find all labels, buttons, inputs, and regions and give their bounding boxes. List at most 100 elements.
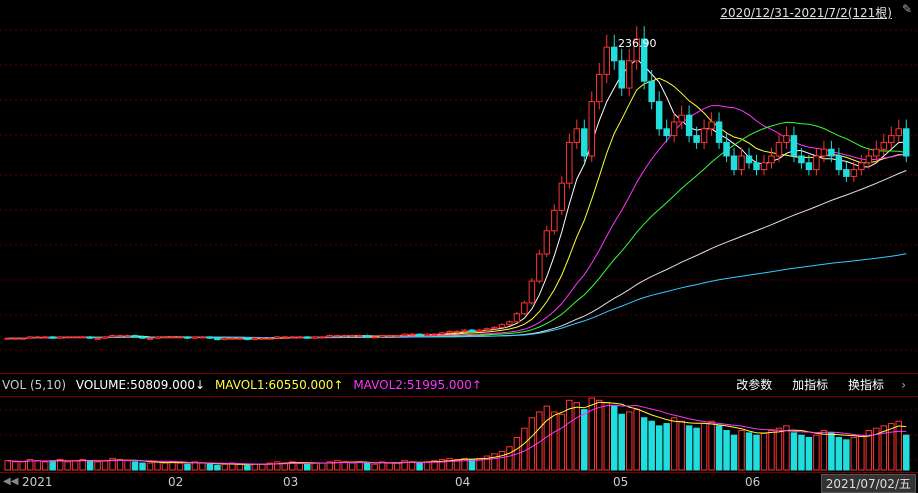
candle-body	[798, 155, 805, 164]
date-range-header: 2020/12/31-2021/7/2(121根)	[720, 6, 892, 20]
candle-body	[670, 121, 678, 137]
candle-body	[738, 155, 745, 171]
candle-body	[191, 336, 199, 339]
candle-body	[146, 337, 154, 340]
candle-body	[214, 337, 221, 341]
grid-lines	[0, 29, 918, 351]
pin-icon[interactable]: ✎	[902, 2, 912, 16]
volume-bar	[304, 463, 311, 471]
price-high-label: 236.90	[618, 37, 657, 50]
volume-bar	[116, 459, 124, 471]
candle-body	[101, 336, 109, 339]
volume-bar	[154, 461, 161, 471]
volume-bar	[19, 461, 26, 471]
candle-body	[663, 128, 670, 137]
candle-body	[124, 335, 131, 338]
volume-bar	[835, 436, 843, 471]
candle-body	[281, 336, 289, 339]
candle-body	[625, 60, 633, 89]
candle-body	[648, 80, 655, 103]
candle-body	[356, 335, 363, 338]
candle-body	[573, 128, 581, 143]
candle-body	[244, 337, 251, 341]
volume-bar	[251, 463, 259, 471]
volume-bar	[371, 463, 378, 471]
volume-bar	[184, 463, 191, 471]
volume-bar	[236, 463, 244, 471]
add-indicator-button[interactable]: 加指标	[792, 374, 828, 396]
volume-bar	[199, 462, 206, 471]
volume-bar	[895, 420, 903, 471]
x-label: 02	[168, 475, 184, 489]
volume-bar	[259, 463, 266, 471]
candle-body	[71, 336, 79, 339]
candle-body	[199, 336, 206, 339]
volume-bar	[610, 405, 618, 471]
volume-bar	[124, 460, 131, 471]
chevron-right-icon[interactable]: ›	[901, 374, 906, 396]
candle-body	[588, 101, 596, 157]
candle-body	[401, 333, 408, 337]
candle-body	[86, 336, 94, 339]
candle-body	[34, 336, 41, 339]
edit-params-button[interactable]: 改参数	[736, 374, 772, 396]
volume-bar	[71, 460, 79, 471]
candle-body	[431, 333, 438, 336]
candle-body	[236, 337, 244, 340]
candle-body	[745, 155, 753, 164]
volume-bar	[34, 460, 41, 471]
volume-bar	[588, 397, 596, 471]
rewind-icon[interactable]: ◀◀	[3, 476, 18, 487]
candle-body	[760, 162, 768, 171]
candle-body	[304, 336, 311, 339]
volume-bar	[903, 434, 910, 471]
volume-bar	[700, 423, 708, 471]
candle-body	[56, 336, 64, 339]
candle-body	[326, 335, 333, 338]
volume-bar	[491, 453, 498, 471]
volume-bar	[678, 420, 685, 471]
candle-body	[259, 337, 266, 340]
candle-body	[468, 329, 476, 332]
candle-body	[461, 329, 468, 332]
candle-body	[221, 337, 229, 341]
volume-bar	[596, 399, 603, 471]
candle-body	[139, 336, 146, 339]
volume-bar	[11, 461, 19, 471]
candle-body	[521, 302, 528, 315]
volume-bar	[311, 462, 318, 471]
volume-bar	[745, 432, 753, 471]
volume-bar	[274, 461, 281, 471]
volume-bar	[64, 461, 71, 471]
candle-body	[19, 337, 26, 340]
volume-bar	[858, 434, 865, 471]
volume-bar	[805, 436, 813, 471]
volume-bar	[633, 409, 640, 471]
volume-bar	[393, 462, 401, 471]
candle-body	[274, 336, 281, 339]
volume-bar	[760, 432, 768, 471]
candle-body	[700, 128, 708, 143]
volume-bar	[618, 413, 625, 471]
candle-body	[753, 162, 760, 171]
volume-bar	[49, 460, 56, 471]
volume-bar	[101, 460, 109, 471]
x-label: 05	[613, 475, 629, 489]
candle-body	[536, 253, 543, 282]
candle-body	[610, 46, 618, 62]
volume-bar	[363, 462, 371, 471]
volume-bar	[86, 460, 94, 471]
x-axis: ◀◀ 2021 02 03 04 05 06 2021/07/02/五	[0, 472, 918, 493]
candle-body	[64, 336, 71, 339]
volume-bar	[558, 413, 566, 471]
candle-body	[715, 121, 723, 143]
volume-bar	[176, 462, 184, 471]
candle-body	[723, 141, 730, 157]
volume-bar	[161, 462, 169, 471]
candle-body	[858, 162, 865, 171]
volume-bar	[41, 461, 49, 471]
switch-indicator-button[interactable]: 换指标	[848, 374, 884, 396]
candle-body	[768, 155, 775, 164]
candle-body	[311, 336, 318, 339]
candle-body	[813, 155, 820, 171]
